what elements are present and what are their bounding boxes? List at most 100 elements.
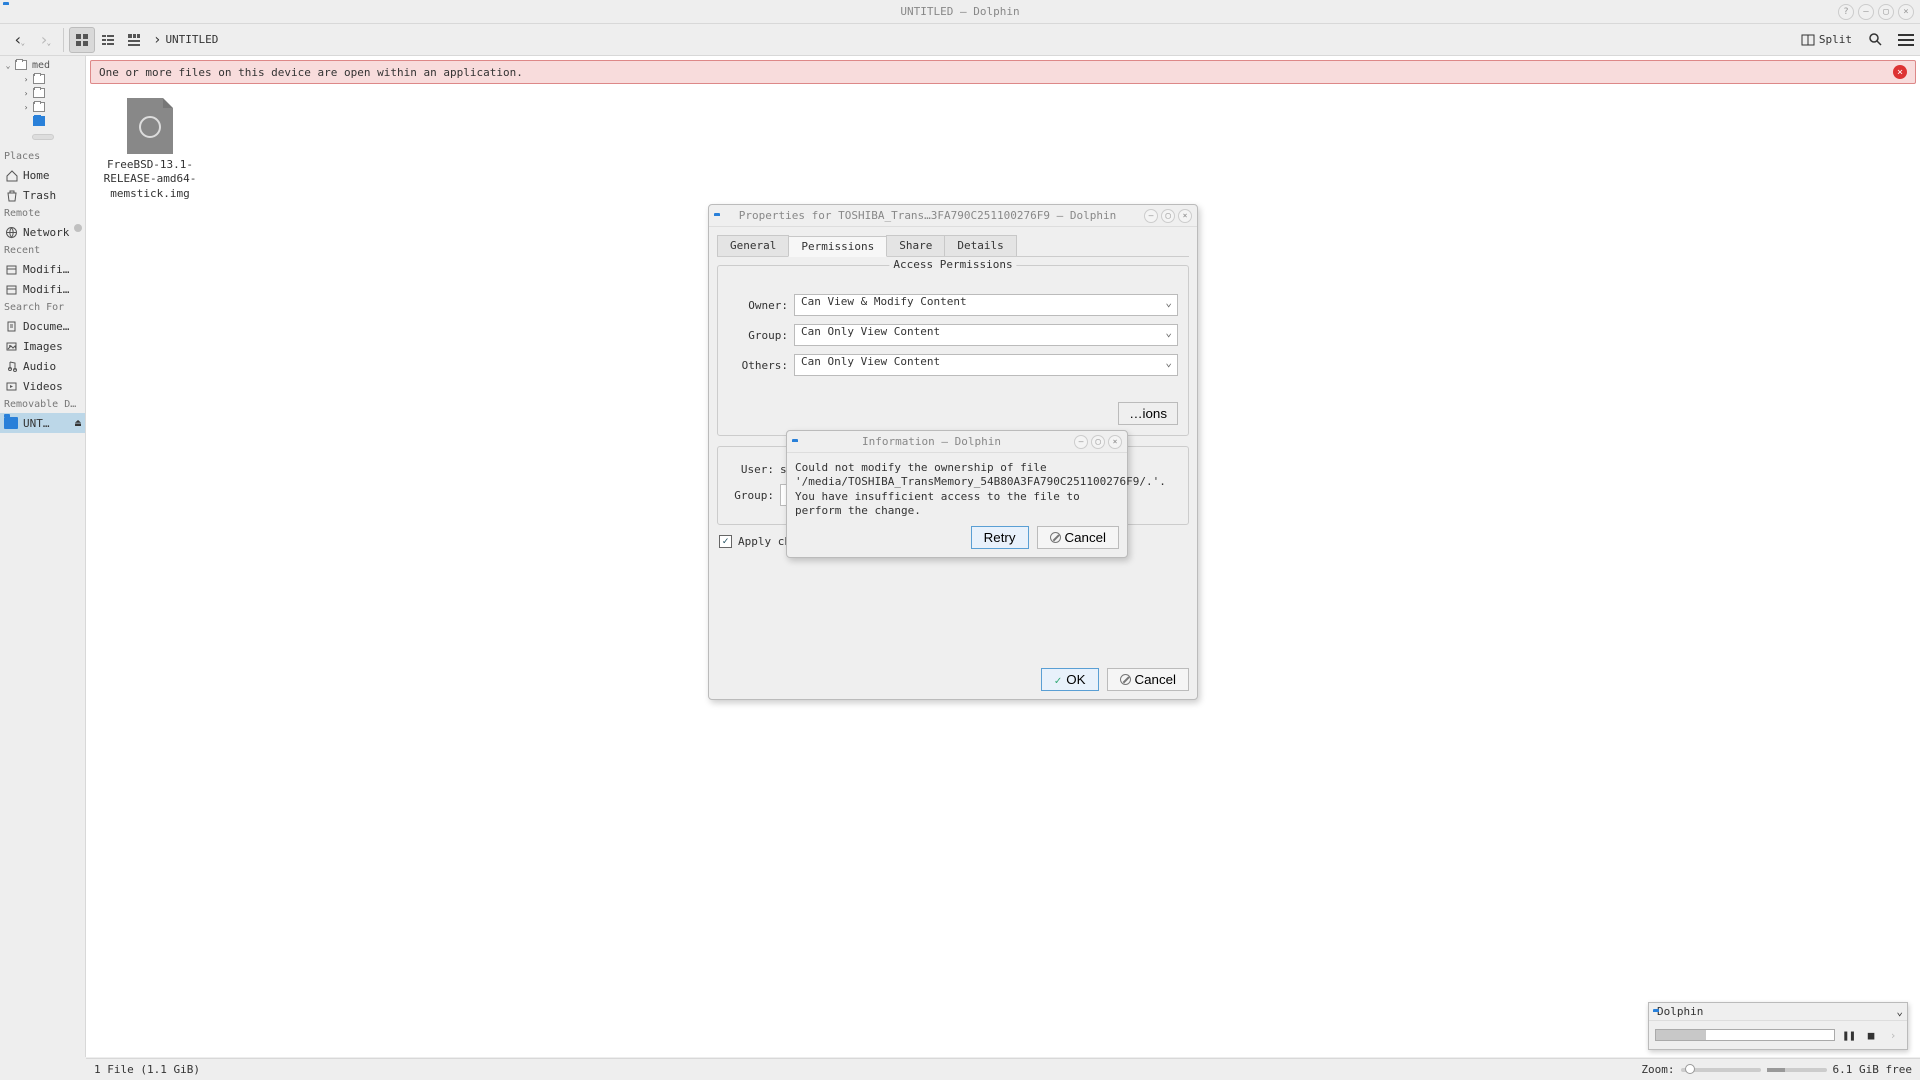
chevron-down-icon[interactable]: ⌄: [1896, 1005, 1903, 1018]
skip-button[interactable]: ›: [1885, 1027, 1901, 1043]
home-icon: [4, 168, 18, 182]
access-legend: Access Permissions: [889, 258, 1016, 271]
split-icon: [1801, 33, 1815, 47]
back-button[interactable]: ‹⌄: [6, 27, 32, 53]
search-images[interactable]: Images: [0, 336, 85, 356]
app-folder-icon: [3, 5, 19, 19]
file-name: FreeBSD-13.1-RELEASE-amd64-memstick.img: [100, 158, 200, 201]
chevron-right-icon: ›: [153, 32, 161, 48]
drive-icon: [4, 416, 18, 430]
search-button[interactable]: [1862, 27, 1888, 53]
ownership-user-label: User:: [728, 463, 774, 476]
compact-view-button[interactable]: [95, 27, 121, 53]
window-controls: ? – ▢ ×: [1838, 4, 1914, 20]
images-icon: [4, 339, 18, 353]
pause-button[interactable]: ❚❚: [1841, 1027, 1857, 1043]
tab-details[interactable]: Details: [944, 235, 1016, 256]
toolbar: ‹⌄ ›⌄ › UNTITLED Split: [0, 24, 1920, 56]
ok-button[interactable]: OK: [1041, 668, 1099, 691]
place-trash[interactable]: Trash: [0, 185, 85, 205]
ownership-group-label: Group:: [728, 489, 774, 502]
banner-text: One or more files on this device are ope…: [99, 66, 523, 79]
group-perm-label: Group:: [728, 329, 788, 342]
tree-scrollbar[interactable]: [74, 56, 82, 1057]
videos-icon: [4, 379, 18, 393]
place-modified-today[interactable]: Modifi…: [0, 259, 85, 279]
info-minimize-icon[interactable]: –: [1074, 435, 1088, 449]
tab-permissions[interactable]: Permissions: [788, 236, 887, 257]
place-home[interactable]: Home: [0, 165, 85, 185]
info-close-icon[interactable]: ×: [1108, 435, 1122, 449]
section-removable: Removable D…: [0, 396, 85, 413]
statusbar: 1 File (1.1 GiB) Zoom: 6.1 GiB free: [86, 1058, 1920, 1080]
info-title: Information — Dolphin: [792, 435, 1071, 448]
owner-label: Owner:: [728, 299, 788, 312]
place-modified-yesterday[interactable]: Modifi…: [0, 279, 85, 299]
progress-bar: [1655, 1029, 1835, 1041]
stop-button[interactable]: ■: [1863, 1027, 1879, 1043]
icon-view-button[interactable]: [69, 27, 95, 53]
breadcrumb[interactable]: › UNTITLED: [153, 32, 218, 48]
tab-general[interactable]: General: [717, 235, 789, 256]
calendar-icon: [4, 262, 18, 276]
search-icon: [1868, 32, 1883, 47]
dialog-maximize-icon[interactable]: ▢: [1161, 209, 1175, 223]
status-left: 1 File (1.1 GiB): [94, 1063, 200, 1076]
menu-button[interactable]: [1898, 34, 1914, 46]
advanced-permissions-button[interactable]: …ions: [1118, 402, 1178, 425]
dialog-minimize-icon[interactable]: –: [1144, 209, 1158, 223]
minimize-icon[interactable]: –: [1858, 4, 1874, 20]
others-select[interactable]: Can Only View Content: [794, 354, 1178, 376]
split-label: Split: [1819, 33, 1852, 46]
search-videos[interactable]: Videos: [0, 376, 85, 396]
audio-icon: [4, 359, 18, 373]
group-perm-select[interactable]: Can Only View Content: [794, 324, 1178, 346]
warning-banner: One or more files on this device are ope…: [90, 60, 1916, 84]
banner-close-icon[interactable]: ×: [1893, 65, 1907, 79]
info-maximize-icon[interactable]: ▢: [1091, 435, 1105, 449]
section-recent: Recent: [0, 242, 85, 259]
sidebar: ⌄med › › › Places Home Trash Remote Netw…: [0, 56, 86, 1057]
window-title: UNTITLED — Dolphin: [900, 5, 1019, 18]
window-titlebar: UNTITLED — Dolphin ? – ▢ ×: [0, 0, 1920, 24]
properties-tabs: General Permissions Share Details: [717, 235, 1189, 257]
file-item[interactable]: FreeBSD-13.1-RELEASE-amd64-memstick.img: [100, 98, 200, 201]
dialog-close-icon[interactable]: ×: [1178, 209, 1192, 223]
properties-titlebar[interactable]: Properties for TOSHIBA_Trans…3FA790C2511…: [709, 205, 1197, 227]
properties-title: Properties for TOSHIBA_Trans…3FA790C2511…: [714, 209, 1141, 222]
free-space: 6.1 GiB free: [1833, 1063, 1912, 1076]
cancel-button[interactable]: Cancel: [1107, 668, 1190, 691]
zoom-slider[interactable]: [1681, 1068, 1761, 1072]
search-audio[interactable]: Audio: [0, 356, 85, 376]
tab-share[interactable]: Share: [886, 235, 945, 256]
disk-image-icon: [127, 98, 173, 154]
notifier-header[interactable]: Dolphin ⌄: [1649, 1003, 1907, 1021]
tree-zoom-slider[interactable]: [32, 134, 54, 140]
removable-untitled[interactable]: UNT… ⏏: [0, 413, 85, 433]
tree-root-label: med: [32, 60, 50, 71]
place-network[interactable]: Network: [0, 222, 85, 242]
breadcrumb-label: UNTITLED: [165, 33, 218, 46]
close-icon[interactable]: ×: [1898, 4, 1914, 20]
section-remote: Remote: [0, 205, 85, 222]
forward-button[interactable]: ›⌄: [32, 27, 58, 53]
cancel-icon: [1050, 532, 1061, 543]
help-icon[interactable]: ?: [1838, 4, 1854, 20]
network-icon: [4, 225, 18, 239]
section-places: Places: [0, 148, 85, 165]
trash-icon: [4, 188, 18, 202]
section-search: Search For: [0, 299, 85, 316]
info-cancel-button[interactable]: Cancel: [1037, 526, 1120, 549]
search-documents[interactable]: Docume…: [0, 316, 85, 336]
folder-tree[interactable]: ⌄med › › ›: [0, 56, 85, 130]
space-slider: [1767, 1068, 1827, 1072]
cancel-icon: [1120, 674, 1131, 685]
details-view-button[interactable]: [121, 27, 147, 53]
notifier-title: Dolphin: [1657, 1005, 1703, 1018]
split-button[interactable]: Split: [1801, 33, 1852, 47]
maximize-icon[interactable]: ▢: [1878, 4, 1894, 20]
apply-subfolders-checkbox[interactable]: ✓: [719, 535, 732, 548]
retry-button[interactable]: Retry: [971, 526, 1029, 549]
owner-select[interactable]: Can View & Modify Content: [794, 294, 1178, 316]
info-titlebar[interactable]: Information — Dolphin – ▢ ×: [787, 431, 1127, 453]
